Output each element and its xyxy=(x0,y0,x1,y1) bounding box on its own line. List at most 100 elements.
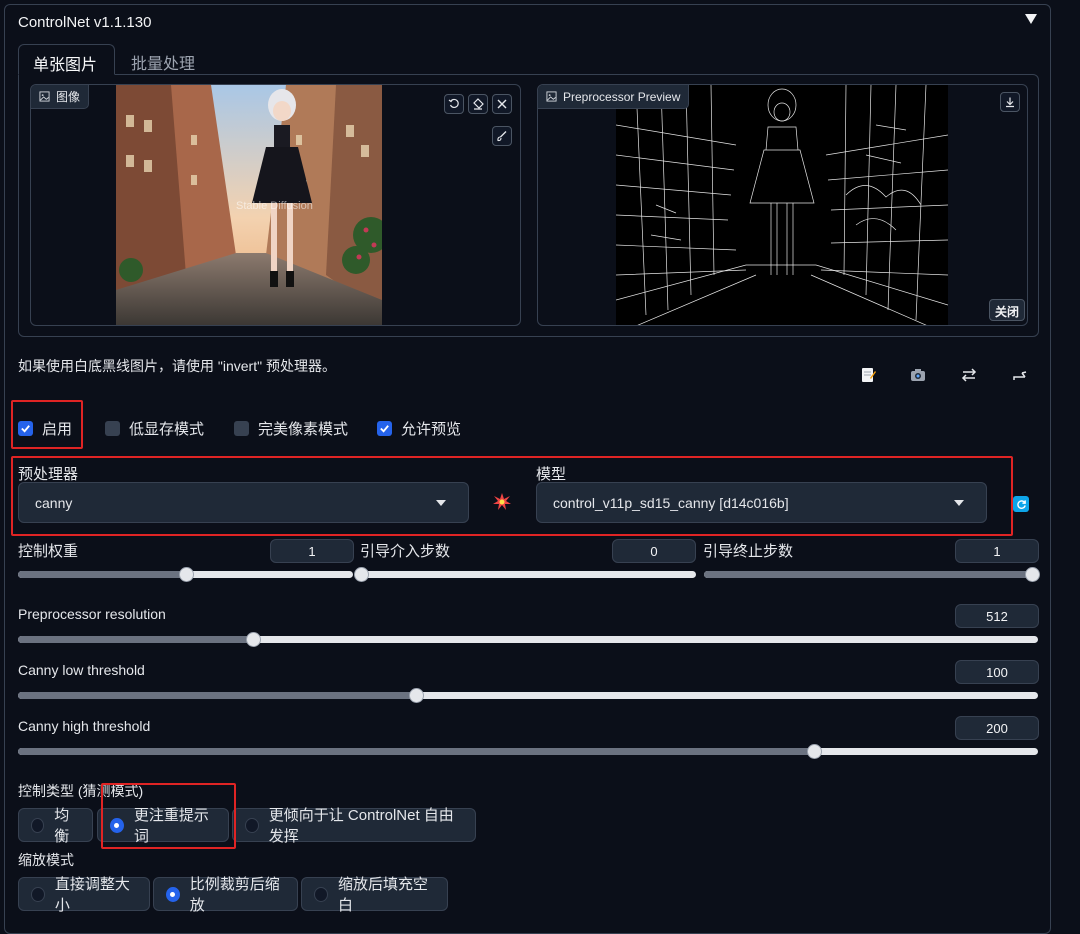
camera-icon xyxy=(911,369,925,381)
watermark-text: Stable Diffusion xyxy=(236,200,313,212)
collapse-triangle-icon[interactable] xyxy=(1024,12,1038,26)
canny-low-input[interactable]: 100 xyxy=(955,660,1039,684)
checkbox-checked-icon xyxy=(377,421,392,436)
input-image-box[interactable]: Stable Diffusion 图像 xyxy=(30,84,521,326)
allow-preview-label: 允许预览 xyxy=(401,421,462,438)
invert-hint-text: 如果使用白底黑线图片，请使用 "invert" 预处理器。 xyxy=(18,358,336,374)
slider-thumb[interactable] xyxy=(245,632,261,647)
control-mode-balanced[interactable]: 均衡 xyxy=(18,807,93,845)
radio-selected-icon xyxy=(110,817,124,833)
memo-icon xyxy=(862,368,876,382)
canny-low-slider[interactable] xyxy=(18,688,1038,703)
swap-arrows-icon xyxy=(961,368,977,382)
preprocessor-select[interactable]: canny xyxy=(18,482,469,523)
canny-high-input[interactable]: 200 xyxy=(955,716,1039,740)
radio-empty-icon xyxy=(31,886,45,902)
brush-button[interactable] xyxy=(492,126,512,146)
mirror-webcam-button[interactable] xyxy=(958,364,980,386)
resize-mode-crop-resize[interactable]: 比例裁剪后缩放 xyxy=(153,876,298,914)
slider-fill xyxy=(18,636,253,643)
slider-thumb[interactable] xyxy=(1025,567,1040,582)
canny-high-label: Canny high threshold xyxy=(18,718,151,734)
radio-empty-icon xyxy=(31,817,45,833)
chevron-down-icon xyxy=(436,500,446,506)
radio-empty-icon xyxy=(314,886,328,902)
start-step-input[interactable]: 0 xyxy=(612,539,696,563)
clear-image-button[interactable] xyxy=(492,94,512,114)
weight-input[interactable]: 1 xyxy=(270,539,354,563)
radio-selected-icon xyxy=(166,886,180,902)
start-step-label: 引导介入步数 xyxy=(360,543,451,560)
checkbox-empty-icon xyxy=(234,421,249,436)
undo-icon xyxy=(448,98,459,109)
canny-low-label: Canny low threshold xyxy=(18,662,145,678)
control-mode-prompt[interactable]: 更注重提示词 xyxy=(97,807,229,845)
download-icon xyxy=(1006,97,1014,108)
slider-thumb[interactable] xyxy=(178,567,194,582)
pixel-perfect-label: 完美像素模式 xyxy=(258,421,349,438)
enable-label: 启用 xyxy=(42,421,73,438)
slider-fill xyxy=(18,692,416,699)
slider-fill xyxy=(704,571,1032,578)
resolution-input[interactable]: 512 xyxy=(955,604,1039,628)
lowvram-label: 低显存模式 xyxy=(129,421,205,438)
send-dimensions-button[interactable] xyxy=(1009,364,1031,386)
image-box-label: 图像 xyxy=(31,85,90,109)
model-select[interactable]: control_v11p_sd15_canny [d14c016b] xyxy=(536,482,987,523)
model-label: 模型 xyxy=(536,466,567,483)
refresh-models-button[interactable] xyxy=(1013,496,1029,512)
eraser-icon xyxy=(473,98,484,110)
chevron-down-icon xyxy=(954,500,964,506)
input-image: Stable Diffusion xyxy=(116,85,389,325)
start-step-slider[interactable] xyxy=(354,567,696,582)
pixel-perfect-checkbox[interactable]: 完美像素模式 xyxy=(234,418,348,439)
image-box-title: 图像 xyxy=(56,90,81,104)
resize-mode-label: 缩放模式 xyxy=(18,852,74,868)
tab-batch[interactable]: 批量处理 xyxy=(117,44,209,75)
end-step-label: 引导终止步数 xyxy=(703,543,794,560)
allow-preview-checkbox[interactable]: 允许预览 xyxy=(377,418,461,439)
end-step-input[interactable]: 1 xyxy=(955,539,1039,563)
refresh-icon xyxy=(1016,499,1026,509)
download-button[interactable] xyxy=(1000,92,1020,112)
write-notes-button[interactable] xyxy=(857,364,879,386)
radio-label: 更倾向于让 ControlNet 自由发挥 xyxy=(268,807,454,845)
radio-label: 直接调整大小 xyxy=(54,876,130,914)
rotate-button[interactable] xyxy=(444,94,464,114)
brush-icon xyxy=(497,131,507,142)
slider-fill xyxy=(18,748,814,755)
image-icon xyxy=(39,91,50,102)
explosion-icon xyxy=(493,493,511,510)
slider-thumb[interactable] xyxy=(408,688,424,703)
weight-slider[interactable] xyxy=(18,567,353,582)
end-step-slider[interactable] xyxy=(704,567,1040,582)
slider-thumb[interactable] xyxy=(354,567,369,582)
close-preview-button[interactable]: 关闭 xyxy=(989,299,1026,321)
model-value: control_v11p_sd15_canny [d14c016b] xyxy=(553,494,789,511)
resize-mode-just-resize[interactable]: 直接调整大小 xyxy=(18,876,150,914)
resolution-slider[interactable] xyxy=(18,632,1038,647)
enable-checkbox[interactable]: 启用 xyxy=(18,418,72,439)
canny-high-slider[interactable] xyxy=(18,744,1038,759)
slider-fill xyxy=(18,571,186,578)
lowvram-checkbox[interactable]: 低显存模式 xyxy=(105,418,204,439)
resolution-label: Preprocessor resolution xyxy=(18,606,166,622)
control-mode-label: 控制类型 (猜测模式) xyxy=(18,783,144,799)
checkbox-checked-icon xyxy=(18,421,33,436)
radio-label: 均衡 xyxy=(54,807,70,845)
arrow-up-right-icon xyxy=(1013,371,1027,380)
radio-label: 比例裁剪后缩放 xyxy=(189,876,280,914)
radio-label: 更注重提示词 xyxy=(133,807,209,845)
preprocessor-label: 预处理器 xyxy=(18,466,79,483)
slider-thumb[interactable] xyxy=(806,744,822,759)
control-mode-controlnet[interactable]: 更倾向于让 ControlNet 自由发挥 xyxy=(232,807,476,845)
preview-box-title: Preprocessor Preview xyxy=(563,89,681,104)
image-icon xyxy=(546,91,557,102)
checkbox-empty-icon xyxy=(105,421,120,436)
run-preprocessor-button[interactable] xyxy=(492,492,512,512)
webcam-button[interactable] xyxy=(907,364,929,386)
preprocessor-preview-box: Preprocessor Preview 关闭 xyxy=(537,84,1028,326)
eraser-button[interactable] xyxy=(468,94,488,114)
resize-mode-resize-fill[interactable]: 缩放后填充空白 xyxy=(301,876,448,914)
tab-single-image[interactable]: 单张图片 xyxy=(18,44,115,75)
